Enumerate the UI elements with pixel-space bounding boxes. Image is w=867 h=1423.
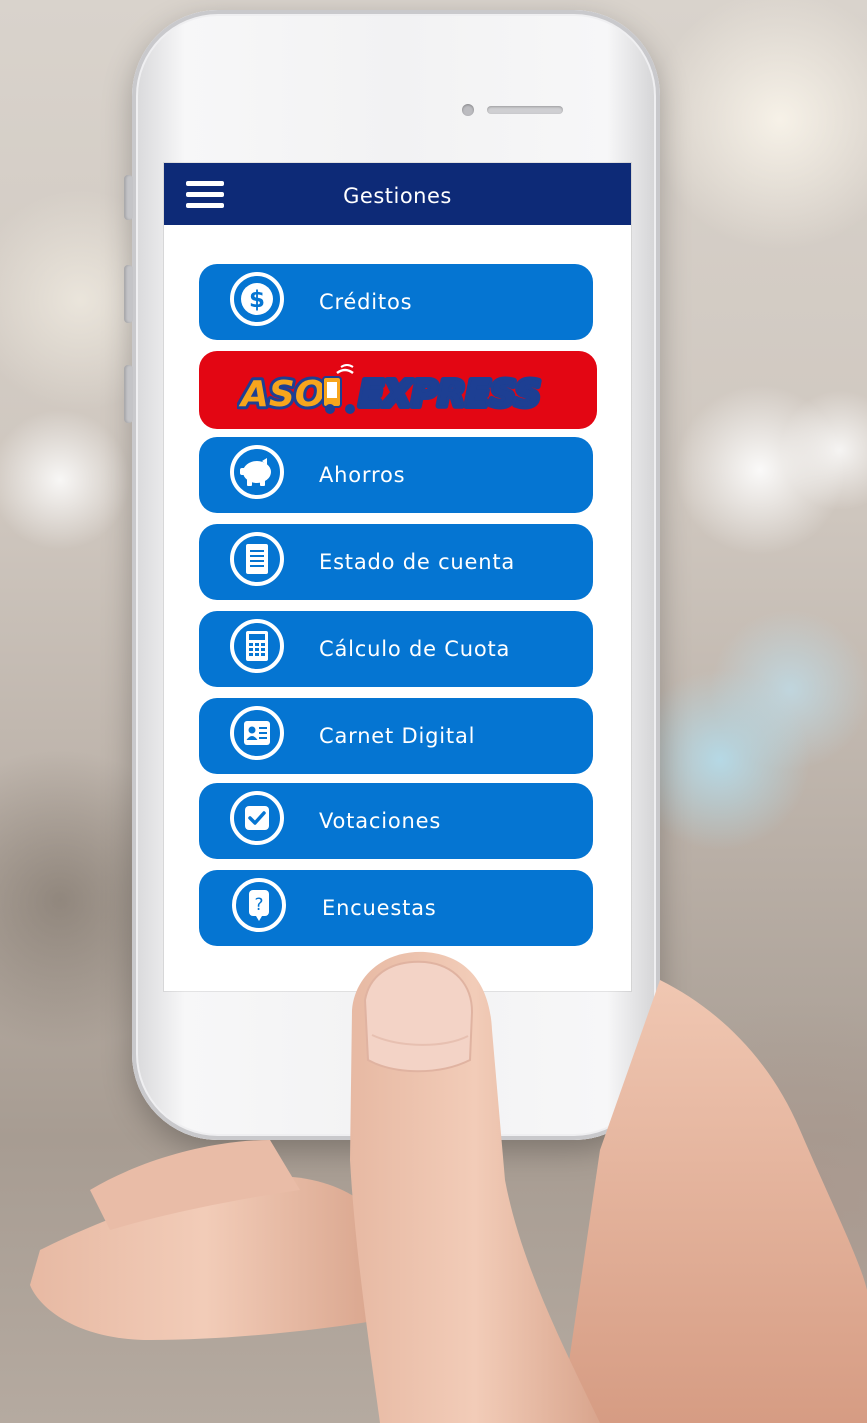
estado-de-cuenta-label: Estado de cuenta [319,550,516,574]
creditos-label: Créditos [319,290,413,314]
page-title: Gestiones [343,184,452,208]
encuestas-button[interactable]: ? Encuestas [199,870,593,946]
piggy-bank-icon [230,445,284,499]
document-icon [230,532,284,586]
dollar-icon: $ [230,272,284,326]
calculo-de-cuota-button[interactable]: Cálculo de Cuota [199,611,593,687]
phone-motorbike-logo-icon [322,364,355,414]
creditos-button[interactable]: $ Créditos [199,264,593,340]
volume-up-button [124,265,133,323]
encuestas-label: Encuestas [322,896,437,920]
ahorros-label: Ahorros [319,463,406,487]
question-bubble-icon: ? [232,878,286,932]
volume-down-button [124,365,133,423]
front-camera [462,104,474,116]
votaciones-button[interactable]: Votaciones [199,783,593,859]
asoexpress-banner[interactable]: ASO ASO EXPRESS EXPRESS [199,351,597,429]
svg-text:$: $ [249,287,265,313]
carnet-digital-button[interactable]: Carnet Digital [199,698,593,774]
calculator-icon [230,619,284,673]
svg-text:?: ? [254,895,263,915]
app-screen: Gestiones $ Créditos ASO ASO EXPRESS EXP… [164,163,631,991]
speaker-grille [487,106,563,114]
calculo-de-cuota-label: Cálculo de Cuota [319,637,511,661]
carnet-digital-label: Carnet Digital [319,724,476,748]
asoexpress-logo: ASO ASO EXPRESS EXPRESS [237,364,544,418]
svg-text:EXPRESS: EXPRESS [359,374,541,415]
checkbox-icon [230,791,284,845]
mute-switch [124,175,133,220]
svg-text:ASO: ASO [238,374,325,415]
estado-de-cuenta-button[interactable]: Estado de cuenta [199,524,593,600]
votaciones-label: Votaciones [319,809,442,833]
ahorros-button[interactable]: Ahorros [199,437,593,513]
id-card-icon [230,706,284,760]
app-bar: Gestiones [164,163,631,225]
